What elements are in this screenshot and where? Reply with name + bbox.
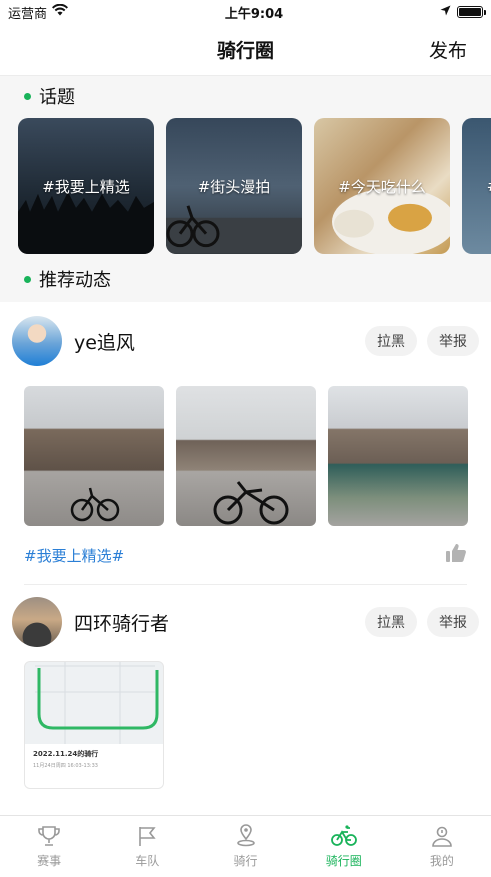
topics-header: 话题: [0, 76, 491, 116]
trophy-icon: [38, 826, 60, 846]
post-header: ye追风 拉黑 举报: [0, 314, 491, 368]
username[interactable]: 四环骑行者: [74, 609, 355, 636]
topic-label: #我要上精选: [42, 177, 130, 196]
topic-tag-link[interactable]: #我要上精选#: [24, 545, 124, 566]
recommended-title: 推荐动态: [39, 270, 111, 291]
tab-events[interactable]: 赛事: [0, 816, 98, 877]
tab-label: 骑行: [233, 854, 258, 868]
username[interactable]: ye追风: [74, 328, 355, 355]
topics-carousel[interactable]: #我要上精选 #街头漫拍 #今天吃什么 #: [0, 118, 491, 256]
post-footer: #我要上精选#: [0, 526, 491, 584]
topics-section: 话题 #我要上精选 #街头漫拍 #今天吃什么 推荐动态: [0, 76, 491, 302]
publish-button[interactable]: 发布: [429, 36, 467, 63]
report-button[interactable]: 举报: [427, 607, 479, 637]
ride-info: 2022.11.24的骑行 11月24日周四 16:03-13:33: [25, 744, 163, 788]
tab-team[interactable]: 车队: [98, 816, 196, 877]
topic-card[interactable]: #今天吃什么: [314, 118, 450, 254]
nav-bar: 骑行圈 发布: [0, 24, 491, 76]
post-photo[interactable]: [24, 386, 164, 526]
tab-label: 赛事: [37, 854, 62, 868]
recommended-header: 推荐动态: [0, 262, 491, 296]
tab-ride[interactable]: 骑行: [196, 816, 294, 877]
user-icon: [432, 826, 452, 847]
bicycle-in-photo: [70, 487, 120, 522]
ride-time: 11月24日周四 16:03-13:33: [33, 763, 98, 769]
section-dot-icon: [24, 275, 31, 283]
topic-card[interactable]: #: [462, 118, 491, 254]
bicycle-in-photo: [213, 481, 289, 525]
thumbs-up-icon[interactable]: [445, 543, 467, 567]
flag-icon: [139, 827, 156, 846]
tab-ride-circle[interactable]: 骑行圈: [295, 816, 393, 877]
ride-map-card[interactable]: 2022.11.24的骑行 11月24日周四 16:03-13:33: [24, 661, 164, 789]
post-photo[interactable]: [328, 386, 468, 526]
tab-label: 我的: [429, 854, 454, 868]
topic-card[interactable]: #我要上精选: [18, 118, 154, 254]
route-map: [35, 662, 159, 746]
tab-bar: 赛事 车队 骑行 骑行圈 我的: [0, 815, 491, 877]
page-title: 骑行圈: [216, 40, 274, 62]
topics-title: 话题: [39, 87, 75, 108]
location-arrow-icon: [440, 5, 451, 20]
status-bar: 运营商 上午9:04: [0, 0, 491, 24]
section-dot-icon: [24, 92, 31, 100]
post-photo[interactable]: [176, 386, 316, 526]
post-photos: [0, 386, 491, 526]
ride-title: 2022.11.24的骑行: [33, 750, 99, 758]
avatar[interactable]: [12, 597, 62, 647]
tab-me[interactable]: 我的: [393, 816, 491, 877]
battery-icon: [456, 6, 486, 18]
wifi-icon: [52, 3, 69, 20]
post-card: ye追风 拉黑 举报 #我要上精选#: [0, 302, 491, 585]
topic-label: #: [487, 177, 491, 195]
carrier-label: 运营商: [8, 6, 48, 22]
topic-label: #街头漫拍: [197, 177, 271, 196]
tab-label: 车队: [135, 854, 160, 868]
block-button[interactable]: 拉黑: [365, 326, 417, 356]
bicycle-icon: [330, 825, 357, 846]
location-icon: [236, 824, 255, 847]
report-button[interactable]: 举报: [427, 326, 479, 356]
post-header: 四环骑行者 拉黑 举报: [0, 595, 491, 649]
clock: 上午9:04: [224, 6, 284, 22]
tab-label: 骑行圈: [325, 854, 362, 868]
avatar[interactable]: [12, 316, 62, 366]
block-button[interactable]: 拉黑: [365, 607, 417, 637]
topic-card[interactable]: #街头漫拍: [166, 118, 302, 254]
post-card: 四环骑行者 拉黑 举报 2022.11.24的骑行 11月24日周四 16:03…: [0, 585, 491, 789]
topic-label: #今天吃什么: [338, 177, 426, 196]
